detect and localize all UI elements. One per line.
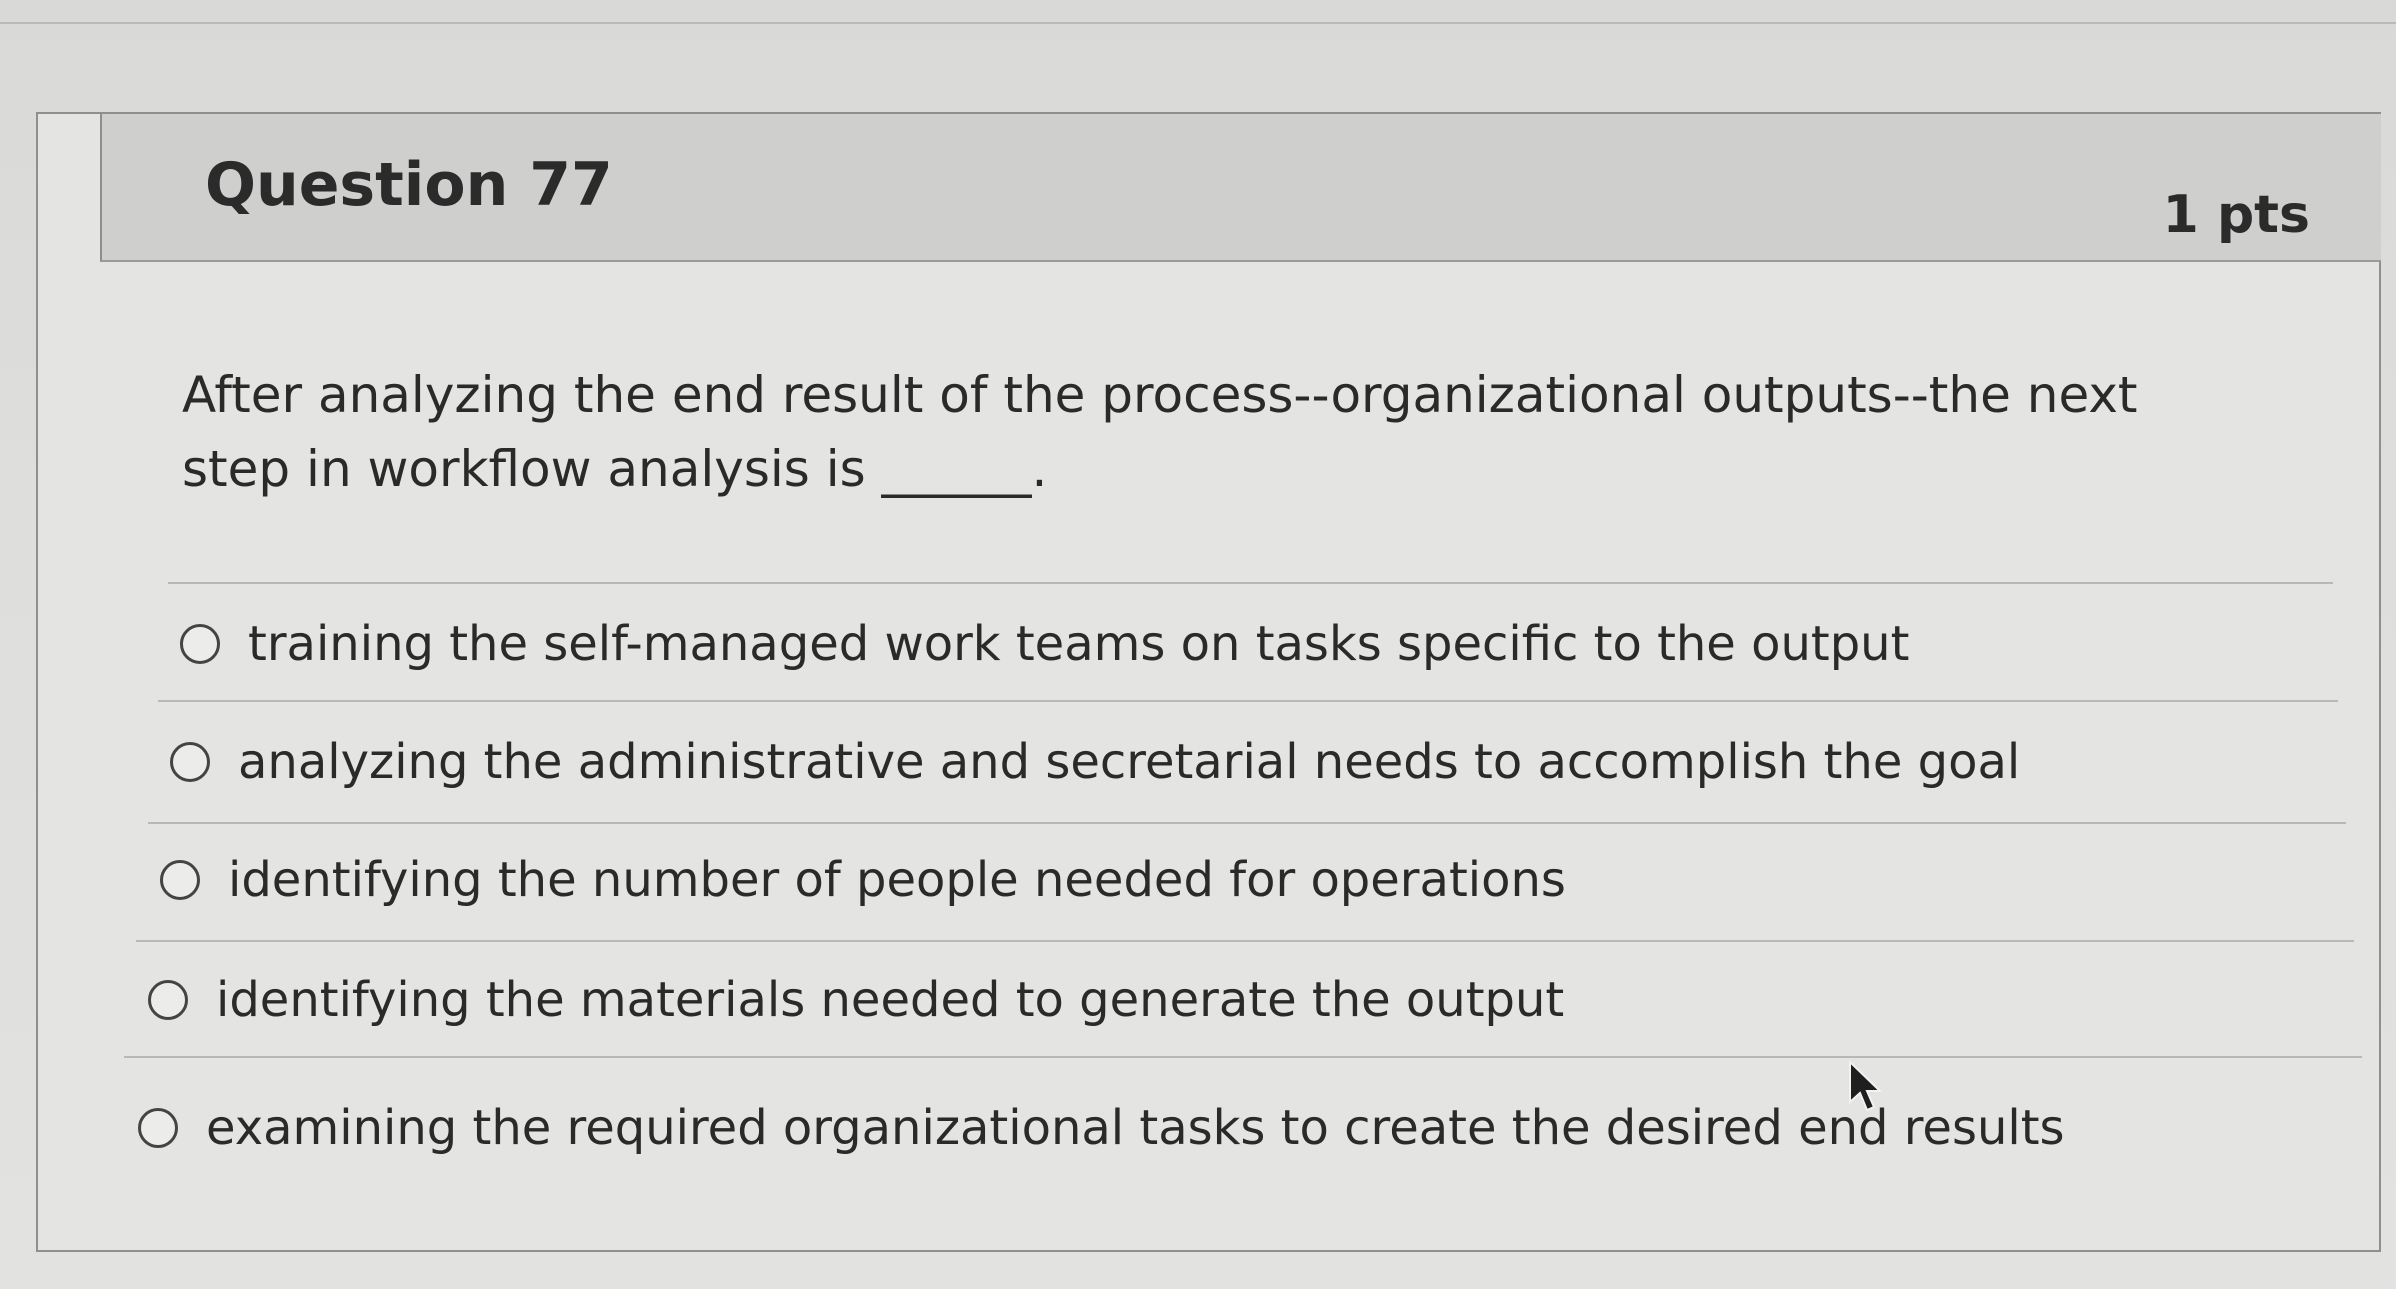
prompt-divider: [168, 582, 2333, 584]
answer-label[interactable]: analyzing the administrative and secreta…: [238, 734, 2020, 790]
answer-label[interactable]: identifying the materials needed to gene…: [216, 972, 1564, 1028]
answer-divider: [158, 700, 2338, 702]
top-divider: [0, 22, 2396, 24]
answer-label[interactable]: examining the required organizational ta…: [206, 1100, 2065, 1156]
quiz-screen: Question 77 1 pts After analyzing the en…: [0, 0, 2396, 1289]
answer-label[interactable]: identifying the number of people needed …: [228, 852, 1566, 908]
radio-button-icon[interactable]: [180, 624, 220, 664]
answer-option-1[interactable]: training the self-managed work teams on …: [180, 616, 1909, 672]
mouse-pointer-icon: [1849, 1060, 1883, 1112]
question-title: Question 77: [205, 150, 613, 220]
radio-button-icon[interactable]: [170, 742, 210, 782]
answer-option-4[interactable]: identifying the materials needed to gene…: [148, 972, 1564, 1028]
radio-button-icon[interactable]: [160, 860, 200, 900]
question-points: 1 pts: [2162, 185, 2310, 245]
answer-option-2[interactable]: analyzing the administrative and secreta…: [170, 734, 2020, 790]
answer-option-3[interactable]: identifying the number of people needed …: [160, 852, 1566, 908]
answer-divider: [124, 1056, 2362, 1058]
question-prompt: After analyzing the end result of the pr…: [182, 366, 2138, 498]
answer-label[interactable]: training the self-managed work teams on …: [248, 616, 1909, 672]
answer-divider: [148, 822, 2346, 824]
radio-button-icon[interactable]: [148, 980, 188, 1020]
answer-divider: [136, 940, 2354, 942]
radio-button-icon[interactable]: [138, 1108, 178, 1148]
question-card: [36, 112, 2381, 1252]
answer-option-5[interactable]: examining the required organizational ta…: [138, 1100, 2065, 1156]
